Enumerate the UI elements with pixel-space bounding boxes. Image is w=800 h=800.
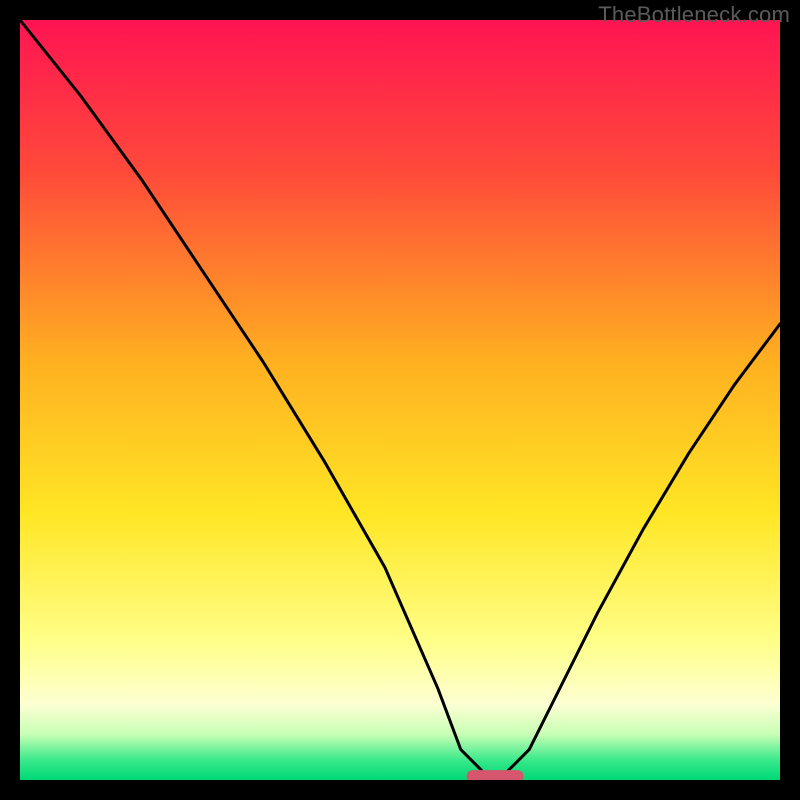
chart-frame: TheBottleneck.com	[0, 0, 800, 800]
gradient-background	[20, 20, 780, 780]
chart-svg	[20, 20, 780, 780]
optimal-marker	[467, 770, 524, 780]
plot-area	[20, 20, 780, 780]
watermark-text: TheBottleneck.com	[598, 2, 790, 28]
